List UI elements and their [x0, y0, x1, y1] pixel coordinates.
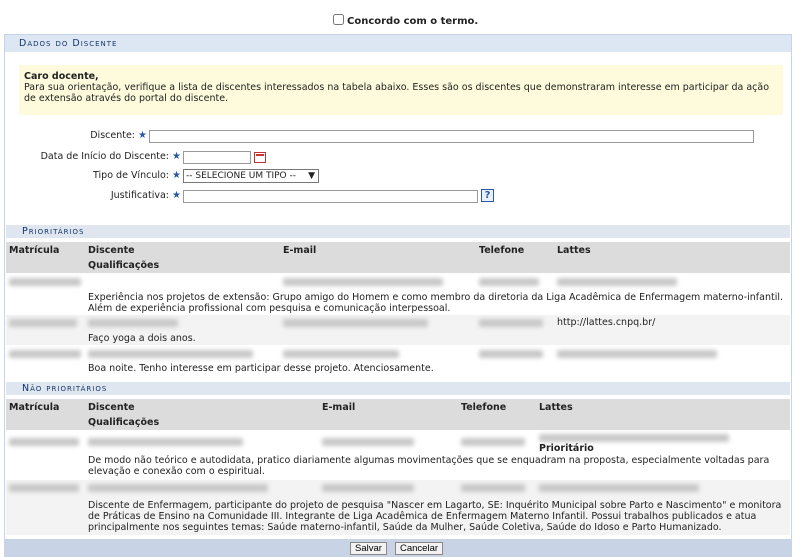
discente-value — [88, 350, 253, 358]
tipo-vinculo-value: -- SELECIONE UM TIPO -- — [186, 171, 296, 181]
section-title: Dados do Discente — [5, 35, 791, 52]
notice-box: Caro docente, Para sua orientação, verif… — [19, 65, 783, 115]
discente-value — [88, 484, 268, 492]
col-email: E-mail — [322, 402, 356, 413]
telefone-value — [461, 438, 525, 446]
calendar-icon[interactable] — [254, 152, 266, 163]
nao-prioritarios-title: Não prioritários — [6, 382, 790, 395]
prioritarios-title: Prioritários — [6, 225, 790, 238]
email-value — [283, 278, 443, 286]
telefone-value — [479, 350, 543, 358]
agree-term: Concordo com o termo. — [333, 14, 478, 27]
discente-label: Discente: — [90, 130, 135, 141]
lattes-value — [557, 350, 717, 358]
table-row[interactable]: Boa noite. Tenho interesse em participar… — [6, 346, 790, 374]
tipo-vinculo-label: Tipo de Vínculo: — [93, 170, 169, 181]
required-icon: ★ — [172, 151, 181, 162]
chevron-down-icon: ▼ — [308, 171, 315, 181]
matricula-value — [9, 278, 81, 286]
email-value — [283, 319, 428, 327]
justificativa-input[interactable] — [183, 190, 478, 203]
col-discente: Discente — [88, 245, 135, 256]
qualificacoes-text: Faço yoga a dois anos. — [88, 333, 196, 344]
qualificacoes-text: Experiência nos projetos de extensão: Gr… — [88, 292, 784, 314]
lattes-link[interactable]: http://lattes.cnpq.br/ — [557, 317, 655, 328]
save-button[interactable]: Salvar — [350, 542, 387, 555]
lattes-value — [539, 434, 729, 442]
qualificacoes-text: De modo não teórico e autodidata, pratic… — [88, 455, 770, 477]
table-row[interactable]: http://lattes.cnpq.br/ Faço yoga a dois … — [6, 315, 790, 345]
lattes-value — [539, 484, 699, 492]
table-row[interactable]: Experiência nos projetos de extensão: Gr… — [6, 274, 790, 314]
col-matricula: Matrícula — [9, 245, 60, 256]
notice-text: Para sua orientação, verifique a lista d… — [24, 82, 770, 104]
col-telefone: Telefone — [461, 402, 507, 413]
agree-checkbox[interactable] — [333, 14, 344, 25]
button-bar: Salvar Cancelar — [5, 539, 791, 557]
help-icon[interactable]: ? — [481, 189, 494, 202]
lattes-value — [557, 278, 677, 286]
qualificacoes-text: Boa noite. Tenho interesse em participar… — [88, 363, 434, 374]
required-icon: ★ — [138, 130, 147, 141]
justificativa-label: Justificativa: — [110, 190, 169, 201]
prioritarios-header: Matrícula Discente E-mail Telefone Latte… — [6, 242, 790, 273]
required-icon: ★ — [172, 170, 181, 181]
student-data-panel: Dados do Discente Caro docente, Para sua… — [4, 34, 792, 557]
matricula-value — [9, 484, 79, 492]
col-telefone: Telefone — [479, 245, 525, 256]
data-inicio-input[interactable] — [183, 151, 251, 164]
agree-label: Concordo com o termo. — [347, 16, 479, 27]
notice-greeting: Caro docente, — [24, 71, 99, 82]
col-email: E-mail — [283, 245, 317, 256]
table-row[interactable]: Prioritário De modo não teórico e autodi… — [6, 431, 790, 479]
col-lattes: Lattes — [557, 245, 591, 256]
email-value — [283, 350, 399, 358]
matricula-value — [9, 350, 81, 358]
col-lattes: Lattes — [539, 402, 573, 413]
priority-badge: Prioritário — [539, 443, 594, 454]
required-icon: ★ — [172, 190, 181, 201]
tipo-vinculo-select[interactable]: -- SELECIONE UM TIPO -- ▼ — [183, 169, 319, 183]
telefone-value — [479, 319, 543, 327]
matricula-value — [9, 438, 79, 446]
telefone-value — [479, 278, 539, 286]
col-matricula: Matrícula — [9, 402, 60, 413]
telefone-value — [461, 484, 525, 492]
matricula-value — [9, 319, 77, 327]
email-value — [322, 438, 414, 446]
discente-input[interactable] — [149, 130, 754, 143]
cancel-button[interactable]: Cancelar — [395, 542, 444, 555]
email-value — [322, 484, 414, 492]
col-discente: Discente — [88, 402, 135, 413]
qualificacoes-text: Discente de Enfermagem, participante do … — [88, 500, 782, 533]
table-row[interactable]: Discente de Enfermagem, participante do … — [6, 480, 790, 535]
discente-value — [88, 319, 178, 327]
nao-prioritarios-header: Matrícula Discente E-mail Telefone Latte… — [6, 399, 790, 430]
col-qualificacoes: Qualificações — [88, 260, 160, 271]
col-qualificacoes: Qualificações — [88, 417, 160, 428]
discente-value — [88, 438, 243, 446]
data-inicio-label: Data de Início do Discente: — [40, 151, 169, 162]
